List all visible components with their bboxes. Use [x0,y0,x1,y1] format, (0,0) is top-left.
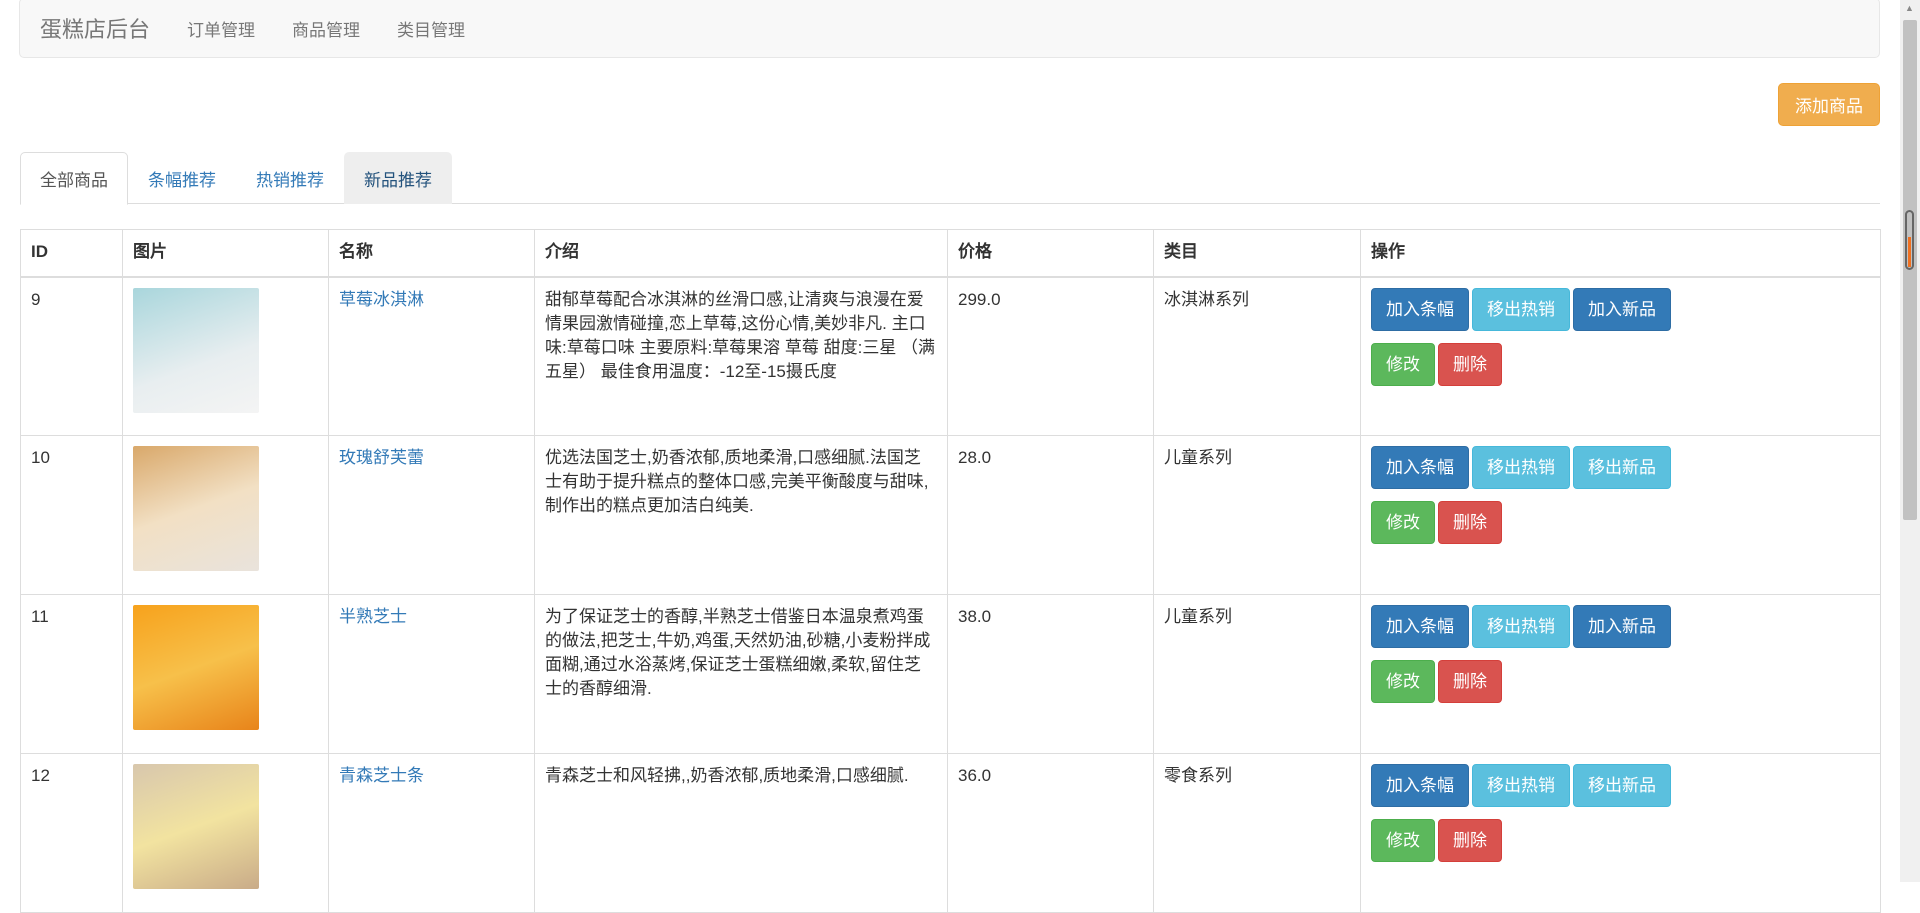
banner-button[interactable]: 加入条幅 [1371,287,1469,331]
hot-button[interactable]: 移出热销 [1472,605,1570,648]
navbar-brand[interactable]: 蛋糕店后台 [40,12,150,44]
table-row: 12 青森芝士条 青森芝士和风轻拂,,奶香浓郁,质地柔滑,口感细腻. 36.0 … [20,753,1881,913]
cell-price: 36.0 [947,753,1154,913]
nav-products[interactable]: 商品管理 [292,16,360,41]
product-table: ID 图片 名称 介绍 价格 类目 操作 9 草莓冰淇淋 甜郁草莓配合冰淇淋的丝… [20,229,1881,913]
delete-button[interactable]: 删除 [1438,501,1502,544]
table-row: 9 草莓冰淇淋 甜郁草莓配合冰淇淋的丝滑口感,让清爽与浪漫在爱情果园激情碰撞,恋… [20,276,1881,436]
new-button[interactable]: 加入新品 [1573,287,1671,331]
header-price: 价格 [947,229,1154,278]
new-button[interactable]: 加入新品 [1573,605,1671,648]
cell-desc: 甜郁草莓配合冰淇淋的丝滑口感,让清爽与浪漫在爱情果园激情碰撞,恋上草莓,这份心情… [534,276,948,436]
cell-image [122,753,329,913]
cell-name: 草莓冰淇淋 [328,276,535,436]
hot-button[interactable]: 移出热销 [1472,287,1570,331]
header-image: 图片 [122,229,329,278]
new-button[interactable]: 移出新品 [1573,446,1671,489]
tab-banner[interactable]: 条幅推荐 [128,152,236,204]
table-row: 11 半熟芝士 为了保证芝士的香醇,半熟芝士借鉴日本温泉煮鸡蛋的做法,把芝士,牛… [20,594,1881,754]
banner-button[interactable]: 加入条幅 [1371,446,1469,489]
scrollbar-thumb[interactable] [1903,20,1917,520]
cell-price: 299.0 [947,276,1154,436]
tab-all[interactable]: 全部商品 [20,152,128,205]
cell-category: 冰淇淋系列 [1153,276,1361,436]
banner-button[interactable]: 加入条幅 [1371,605,1469,648]
cell-actions: 加入条幅 移出热销 移出新品修改 删除 [1360,435,1881,595]
cell-id: 10 [20,435,123,595]
cell-category: 零食系列 [1153,753,1361,913]
product-image [133,287,259,413]
cell-price: 38.0 [947,594,1154,754]
product-name-link[interactable]: 玫瑰舒芙蕾 [339,448,424,467]
navbar: 蛋糕店后台 订单管理 商品管理 类目管理 [19,0,1880,58]
edit-button[interactable]: 修改 [1371,819,1435,862]
scroll-indicator-icon [1905,210,1914,270]
tab-new[interactable]: 新品推荐 [344,152,452,204]
cell-image [122,594,329,754]
product-tabs: 全部商品 条幅推荐 热销推荐 新品推荐 [20,152,1880,205]
cell-image [122,276,329,436]
header-actions: 操作 [1360,229,1881,278]
hot-button[interactable]: 移出热销 [1472,446,1570,489]
scroll-up-icon[interactable]: ▲ [1905,3,1914,13]
scrollbar[interactable]: ▲ [1900,0,1920,882]
product-name-link[interactable]: 青森芝士条 [339,766,424,785]
edit-button[interactable]: 修改 [1371,342,1435,386]
new-button[interactable]: 移出新品 [1573,764,1671,807]
cell-desc: 青森芝士和风轻拂,,奶香浓郁,质地柔滑,口感细腻. [534,753,948,913]
delete-button[interactable]: 删除 [1438,342,1502,386]
hot-button[interactable]: 移出热销 [1472,764,1570,807]
header-name: 名称 [328,229,535,278]
delete-button[interactable]: 删除 [1438,660,1502,703]
cell-price: 28.0 [947,435,1154,595]
cell-id: 12 [20,753,123,913]
cell-category: 儿童系列 [1153,435,1361,595]
add-product-button[interactable]: 添加商品 [1778,83,1880,126]
cell-actions: 加入条幅 移出热销 加入新品修改 删除 [1360,594,1881,754]
table-row: 10 玫瑰舒芙蕾 优选法国芝士,奶香浓郁,质地柔滑,口感细腻.法国芝士有助于提升… [20,435,1881,595]
cell-actions: 加入条幅 移出热销 加入新品修改 删除 [1360,276,1881,436]
cell-desc: 优选法国芝士,奶香浓郁,质地柔滑,口感细腻.法国芝士有助于提升糕点的整体口感,完… [534,435,948,595]
delete-button[interactable]: 删除 [1438,819,1502,862]
cell-id: 11 [20,594,123,754]
header-category: 类目 [1153,229,1361,278]
cell-id: 9 [20,276,123,436]
cell-name: 玫瑰舒芙蕾 [328,435,535,595]
cell-category: 儿童系列 [1153,594,1361,754]
nav-orders[interactable]: 订单管理 [187,16,255,41]
cell-actions: 加入条幅 移出热销 移出新品修改 删除 [1360,753,1881,913]
header-desc: 介绍 [534,229,948,278]
header-id: ID [20,229,123,278]
edit-button[interactable]: 修改 [1371,501,1435,544]
cell-desc: 为了保证芝士的香醇,半熟芝士借鉴日本温泉煮鸡蛋的做法,把芝士,牛奶,鸡蛋,天然奶… [534,594,948,754]
cell-name: 青森芝士条 [328,753,535,913]
banner-button[interactable]: 加入条幅 [1371,764,1469,807]
product-image [133,446,259,571]
cell-image [122,435,329,595]
nav-categories[interactable]: 类目管理 [397,16,465,41]
cell-name: 半熟芝士 [328,594,535,754]
edit-button[interactable]: 修改 [1371,660,1435,703]
tab-hot[interactable]: 热销推荐 [236,152,344,204]
product-name-link[interactable]: 草莓冰淇淋 [339,290,424,309]
product-name-link[interactable]: 半熟芝士 [339,607,407,626]
product-image [133,605,259,730]
product-image [133,764,259,889]
